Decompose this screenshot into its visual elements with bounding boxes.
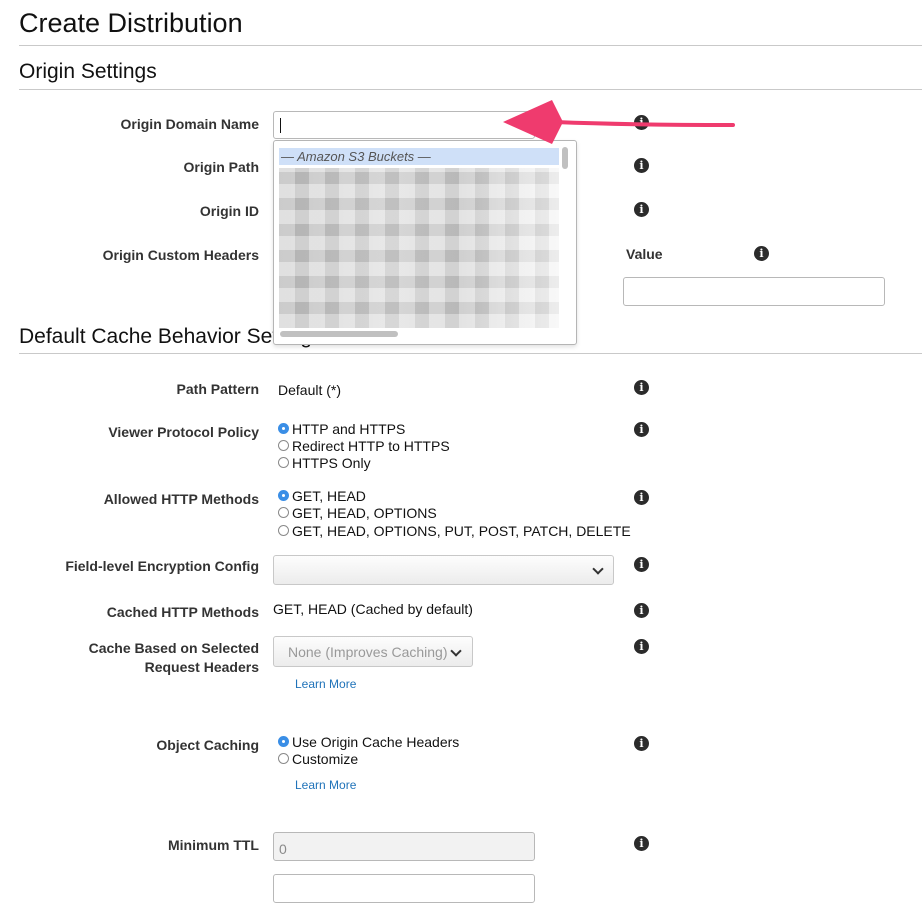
minimum-ttl-label: Minimum TTL	[168, 837, 259, 853]
radio-label: Customize	[292, 750, 359, 767]
radio-button[interactable]	[278, 440, 289, 451]
radio-https-only[interactable]: HTTPS Only	[278, 454, 371, 471]
info-icon[interactable]: i	[634, 422, 649, 437]
header-value-input[interactable]	[623, 277, 885, 306]
cache-behavior-divider	[19, 353, 922, 354]
arrow-head	[503, 100, 563, 144]
field-level-encryption-select[interactable]	[273, 555, 614, 585]
origin-settings-divider	[19, 89, 922, 90]
radio-use-origin-cache-headers[interactable]: Use Origin Cache Headers	[278, 733, 459, 750]
chevron-down-icon	[450, 645, 462, 657]
viewer-protocol-label: Viewer Protocol Policy	[108, 424, 259, 440]
allowed-methods-label: Allowed HTTP Methods	[103, 491, 259, 507]
info-icon[interactable]: i	[634, 380, 649, 395]
text-cursor	[280, 118, 281, 133]
info-icon[interactable]: i	[754, 246, 769, 261]
cached-methods-label: Cached HTTP Methods	[106, 604, 259, 620]
object-caching-label: Object Caching	[156, 737, 259, 753]
radio-label: Redirect HTTP to HTTPS	[292, 437, 450, 454]
radio-button[interactable]	[278, 525, 289, 536]
cache-headers-label: Cache Based on Selected Request Headers	[19, 639, 259, 677]
next-ttl-input[interactable]	[273, 874, 535, 903]
radio-button[interactable]	[278, 423, 289, 434]
cache-headers-select[interactable]: None (Improves Caching)	[273, 636, 473, 667]
info-icon[interactable]: i	[634, 557, 649, 572]
field-level-encryption-label: Field-level Encryption Config	[65, 558, 259, 574]
path-pattern-value: Default (*)	[278, 382, 342, 398]
info-icon[interactable]: i	[634, 490, 649, 505]
radio-get-head[interactable]: GET, HEAD	[278, 487, 366, 504]
origin-id-label: Origin ID	[199, 203, 259, 219]
learn-more-link[interactable]: Learn More	[295, 677, 356, 691]
origin-custom-headers-label: Origin Custom Headers	[102, 247, 259, 263]
dropdown-horizontal-scrollbar[interactable]	[280, 331, 398, 337]
radio-all-methods[interactable]: GET, HEAD, OPTIONS, PUT, POST, PATCH, DE…	[278, 522, 631, 539]
radio-button[interactable]	[278, 736, 289, 747]
radio-button[interactable]	[278, 490, 289, 501]
origin-settings-heading: Origin Settings	[19, 60, 157, 83]
info-icon[interactable]: i	[634, 736, 649, 751]
origin-domain-name-label: Origin Domain Name	[120, 116, 259, 132]
radio-label: HTTP and HTTPS	[292, 420, 406, 437]
path-pattern-label: Path Pattern	[176, 381, 259, 397]
select-value: None (Improves Caching)	[288, 644, 448, 660]
radio-label: GET, HEAD	[292, 487, 366, 504]
info-icon[interactable]: i	[634, 639, 649, 654]
arrow-annotation	[503, 100, 735, 144]
radio-label: Use Origin Cache Headers	[292, 733, 460, 750]
radio-button[interactable]	[278, 457, 289, 468]
radio-label: GET, HEAD, OPTIONS, PUT, POST, PATCH, DE…	[292, 522, 631, 539]
info-icon[interactable]: i	[634, 836, 649, 851]
cache-headers-label-line2: Request Headers	[144, 659, 259, 675]
learn-more-link[interactable]: Learn More	[295, 778, 356, 792]
redacted-bucket-list[interactable]	[279, 168, 559, 328]
page-title: Create Distribution	[19, 8, 243, 38]
origin-path-label: Origin Path	[183, 159, 259, 175]
title-divider	[19, 45, 922, 46]
radio-label: HTTPS Only	[292, 454, 371, 471]
radio-get-head-options[interactable]: GET, HEAD, OPTIONS	[278, 504, 437, 521]
radio-button[interactable]	[278, 753, 289, 764]
info-icon[interactable]: i	[634, 603, 649, 618]
info-icon[interactable]: i	[634, 158, 649, 173]
minimum-ttl-input[interactable]: 0	[273, 832, 535, 861]
radio-customize[interactable]: Customize	[278, 750, 358, 767]
radio-button[interactable]	[278, 507, 289, 518]
arrow-shaft	[553, 120, 735, 127]
chevron-down-icon	[592, 563, 604, 575]
radio-label: GET, HEAD, OPTIONS	[292, 504, 437, 521]
radio-redirect-http-to-https[interactable]: Redirect HTTP to HTTPS	[278, 437, 450, 454]
cached-methods-value: GET, HEAD (Cached by default)	[273, 601, 473, 617]
header-value-label: Value	[626, 246, 663, 262]
cache-headers-label-line1: Cache Based on Selected	[88, 640, 259, 656]
info-icon[interactable]: i	[634, 202, 649, 217]
origin-domain-dropdown[interactable]: — Amazon S3 Buckets —	[273, 140, 577, 345]
radio-http-and-https[interactable]: HTTP and HTTPS	[278, 420, 405, 437]
